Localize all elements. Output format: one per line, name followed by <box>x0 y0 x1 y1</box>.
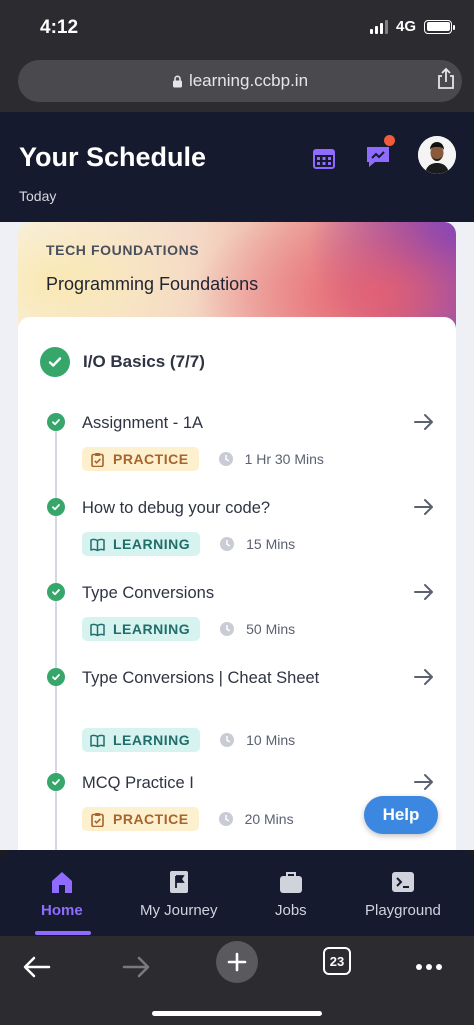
badge-label: LEARNING <box>113 621 191 637</box>
check-circle-icon <box>47 583 65 601</box>
check-circle-icon <box>47 498 65 516</box>
app-header: Your Schedule Today <box>0 112 474 222</box>
item-title: Type Conversions | Cheat Sheet <box>82 669 320 687</box>
arrow-right-icon[interactable] <box>414 583 434 601</box>
signal-icon <box>369 19 388 34</box>
share-icon[interactable] <box>436 68 456 90</box>
arrow-right-icon <box>122 956 150 978</box>
avatar[interactable] <box>418 136 456 174</box>
item-meta: LEARNING 15 Mins <box>82 532 295 556</box>
status-time: 4:12 <box>40 17 79 38</box>
badge-label: PRACTICE <box>113 451 189 467</box>
clock-icon <box>220 537 235 551</box>
home-icon <box>51 872 72 893</box>
nav-label: Home <box>41 902 83 919</box>
item-meta: PRACTICE 20 Mins <box>82 807 294 831</box>
page-subtitle: Today <box>19 188 57 204</box>
nav-item-jobs[interactable]: Jobs <box>275 870 307 919</box>
clipboard-icon <box>91 452 104 467</box>
item-title: MCQ Practice I <box>82 774 194 792</box>
browser-bottom-toolbar: 23 <box>0 936 474 1025</box>
check-circle-icon <box>47 773 65 791</box>
badge-label: LEARNING <box>113 732 191 748</box>
nav-label: My Journey <box>140 902 218 919</box>
item-duration: 15 Mins <box>246 536 296 552</box>
clock-icon <box>218 452 233 466</box>
page-title: Your Schedule <box>19 142 207 172</box>
url-bar[interactable]: learning.ccbp.in <box>18 60 462 102</box>
status-indicators: 4G <box>369 18 455 35</box>
flag-icon <box>169 871 188 893</box>
nav-item-home[interactable]: Home <box>41 870 83 919</box>
badge-label: PRACTICE <box>113 811 189 827</box>
book-icon <box>90 734 105 747</box>
more-dots-icon <box>416 964 442 970</box>
nav-label: Jobs <box>275 902 307 919</box>
bottom-nav: Home My Journey Jobs Playground <box>0 850 474 936</box>
badge-label: LEARNING <box>113 536 191 552</box>
module-header[interactable]: I/O Basics (7/7) <box>40 347 205 377</box>
back-button[interactable] <box>16 946 58 988</box>
item-duration: 20 Mins <box>244 811 294 827</box>
item-title: Type Conversions <box>82 584 215 602</box>
clock-icon <box>220 622 235 636</box>
item-meta: PRACTICE 1 Hr 30 Mins <box>82 447 324 471</box>
forward-button[interactable] <box>115 946 157 988</box>
arrow-right-icon[interactable] <box>414 498 434 516</box>
schedule-content[interactable]: TECH FOUNDATIONS Programming Foundations… <box>0 222 474 850</box>
arrow-right-icon[interactable] <box>414 773 434 791</box>
nav-item-playground[interactable]: Playground <box>365 870 441 919</box>
briefcase-icon <box>279 872 302 893</box>
item-meta: LEARNING 10 Mins <box>82 728 295 752</box>
course-name: Programming Foundations <box>46 274 259 294</box>
learning-badge: LEARNING <box>82 617 201 641</box>
module-card: I/O Basics (7/7) Assignment - 1A PRACTIC… <box>18 317 456 850</box>
learning-badge: LEARNING <box>82 532 201 556</box>
notification-dot <box>384 135 395 146</box>
check-circle-icon <box>40 347 70 377</box>
item-title: Assignment - 1A <box>82 414 204 432</box>
practice-badge: PRACTICE <box>82 807 199 831</box>
help-button[interactable]: Help <box>364 796 438 834</box>
arrow-left-icon <box>23 956 51 978</box>
clock-icon <box>220 733 235 747</box>
chat-icon[interactable] <box>364 144 392 170</box>
active-tab-indicator <box>35 931 91 935</box>
terminal-icon <box>391 872 414 892</box>
url-text: learning.ccbp.in <box>188 71 309 90</box>
nav-item-my-journey[interactable]: My Journey <box>140 870 218 919</box>
more-button[interactable] <box>408 946 450 988</box>
item-meta: LEARNING 50 Mins <box>82 617 295 641</box>
network-label: 4G <box>395 18 416 35</box>
check-circle-icon <box>47 668 65 686</box>
arrow-right-icon[interactable] <box>414 413 434 431</box>
module-title: I/O Basics (7/7) <box>83 352 205 371</box>
nav-label: Playground <box>365 902 441 919</box>
plus-icon <box>227 952 247 972</box>
tabs-button[interactable]: 23 <box>323 947 351 975</box>
status-bar: 4:12 4G <box>0 0 474 56</box>
calendar-icon[interactable] <box>312 146 336 170</box>
book-icon <box>90 623 105 636</box>
course-tag: TECH FOUNDATIONS <box>46 242 200 258</box>
clock-icon <box>218 812 233 826</box>
item-duration: 10 Mins <box>246 732 296 748</box>
new-tab-button[interactable] <box>216 941 258 983</box>
home-indicator <box>152 1011 322 1016</box>
item-title: How to debug your code? <box>82 499 271 517</box>
book-icon <box>90 538 105 551</box>
practice-badge: PRACTICE <box>82 447 199 471</box>
learning-badge: LEARNING <box>82 728 201 752</box>
lock-icon <box>172 75 182 87</box>
check-circle-icon <box>47 413 65 431</box>
item-duration: 1 Hr 30 Mins <box>244 451 324 467</box>
battery-icon <box>424 19 455 34</box>
clipboard-icon <box>91 812 104 827</box>
browser-toolbar: learning.ccbp.in <box>0 56 474 112</box>
item-duration: 50 Mins <box>246 621 296 637</box>
arrow-right-icon[interactable] <box>414 668 434 686</box>
